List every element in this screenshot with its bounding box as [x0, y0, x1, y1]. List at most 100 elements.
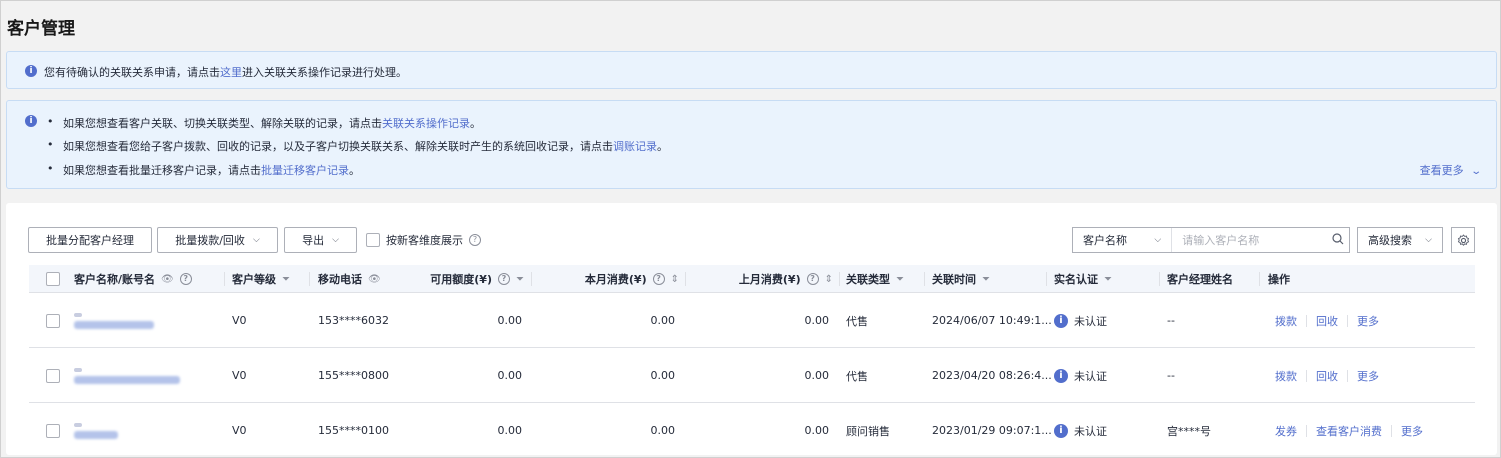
filter-icon[interactable]: ⏷ [282, 274, 290, 285]
pending-request-notice: i 您有待确认的关联关系申请，请点击这里进入关联关系操作记录进行处理。 [6, 51, 1497, 89]
notice-item: 如果您想查看客户关联、切换关联类型、解除关联的记录，请点击关联关系操作记录。 [47, 115, 481, 131]
filter-icon[interactable]: ⏷ [982, 274, 990, 285]
table-header: 客户名称/账号名 👁? 客户等级 ⏷ 移动电话 👁 可用额度(¥)? ⏷ 本月消费(¥)… [29, 265, 1475, 293]
batch-fund-reclaim-button[interactable]: 批量拨款/回收 ⌵ [157, 227, 278, 253]
batch-assign-manager-button[interactable]: 批量分配客户经理 [28, 227, 152, 253]
table-row: V0 153****6032 0.00 0.00 0.00 代售 2024/06… [29, 293, 1475, 348]
page-title: 客户管理 [7, 19, 75, 39]
relation-time: 2023/04/20 08:26:4... [932, 369, 1052, 382]
row-checkbox[interactable] [46, 313, 60, 328]
header-name: 客户名称/账号名 👁? [74, 265, 192, 293]
here-link[interactable]: 这里 [220, 66, 242, 79]
this-month-spend: 0.00 [650, 314, 676, 327]
row-checkbox[interactable] [46, 368, 60, 383]
table-row: V0 155****0800 0.00 0.00 0.00 代售 2023/04… [29, 348, 1475, 403]
notice-item: 如果您想查看您给子客户拨款、回收的记录，以及子客户切换关联关系、解除关联时产生的… [47, 138, 668, 154]
chevron-down-icon: ⌵ [1425, 235, 1432, 245]
this-month-spend: 0.00 [650, 369, 676, 382]
see-more-toggle[interactable]: 查看更多 ⌄ [1420, 162, 1482, 178]
reclaim-button[interactable]: 回收 [1316, 368, 1338, 384]
coupon-button[interactable]: 发券 [1275, 423, 1297, 439]
header-verify: 实名认证 ⏷ [1054, 273, 1112, 286]
more-button[interactable]: 更多 [1401, 423, 1423, 439]
filter-icon[interactable]: ⏷ [1104, 274, 1112, 285]
customer-name-redacted[interactable] [74, 293, 154, 348]
available-credit: 0.00 [497, 424, 523, 437]
batch-migration-records-link[interactable]: 批量迁移客户记录 [261, 164, 349, 177]
header-manager: 客户经理姓名 [1167, 273, 1233, 286]
select-all[interactable] [46, 265, 60, 293]
available-credit: 0.00 [497, 369, 523, 382]
last-month-spend: 0.00 [804, 369, 830, 382]
last-month-spend: 0.00 [804, 314, 830, 327]
eye-icon[interactable]: 👁 [368, 274, 381, 285]
info-icon: i [1054, 313, 1068, 328]
filter-icon[interactable]: ⏷ [896, 274, 904, 285]
filter-icon[interactable]: ⏷ [516, 274, 524, 285]
search-group: 客户名称 ⌵ [1072, 227, 1350, 253]
header-level: 客户等级 ⏷ [232, 273, 290, 286]
search-field-select[interactable]: 客户名称 ⌵ [1073, 228, 1173, 252]
manager-name: -- [1167, 314, 1175, 327]
last-month-spend: 0.00 [804, 424, 830, 437]
this-month-spend: 0.00 [650, 424, 676, 437]
verify-status: i 未认证 [1054, 293, 1107, 348]
header-time: 关联时间 ⏷ [932, 273, 990, 286]
row-checkbox[interactable] [46, 423, 60, 438]
help-icon[interactable]: ? [498, 273, 510, 285]
help-icon[interactable]: ? [652, 273, 665, 285]
help-icon[interactable]: ? [806, 273, 819, 285]
verify-status: i 未认证 [1054, 348, 1107, 403]
dimension-toggle[interactable]: 按新客维度展示 ? [366, 232, 481, 248]
relation-records-link[interactable]: 关联关系操作记录 [382, 117, 470, 130]
phone: 153****6032 [318, 314, 389, 327]
chevron-down-icon: ⌄ [1469, 166, 1482, 177]
eye-icon[interactable]: 👁 [161, 274, 174, 285]
advanced-search-button[interactable]: 高级搜索 ⌵ [1357, 227, 1443, 253]
dimension-label: 按新客维度展示 [386, 234, 463, 247]
search-icon[interactable] [1327, 232, 1349, 248]
row-actions: 拨款 回收 更多 [1275, 348, 1379, 403]
fund-button[interactable]: 拨款 [1275, 368, 1297, 384]
more-button[interactable]: 更多 [1357, 368, 1379, 384]
fund-button[interactable]: 拨款 [1275, 313, 1297, 329]
relation-type: 代售 [846, 369, 868, 383]
gear-icon[interactable] [1451, 227, 1475, 253]
help-icon[interactable]: ? [469, 234, 481, 246]
available-credit: 0.00 [497, 314, 523, 327]
reclaim-button[interactable]: 回收 [1316, 313, 1338, 329]
header-this-month: 本月消费(¥)? ⇕ [584, 273, 679, 286]
customer-level: V0 [232, 369, 247, 382]
search-input[interactable] [1172, 228, 1328, 252]
export-button[interactable]: 导出 ⌵ [284, 227, 357, 253]
manager-name: -- [1167, 369, 1175, 382]
sort-icon[interactable]: ⇕ [825, 274, 833, 285]
header-ops: 操作 [1268, 273, 1290, 286]
info-icon: i [1054, 368, 1068, 383]
customer-name-redacted[interactable] [74, 348, 180, 403]
row-actions: 发券 查看客户消费 更多 [1275, 403, 1423, 458]
relation-time: 2024/06/07 10:49:1... [932, 314, 1052, 327]
phone: 155****0100 [318, 424, 389, 437]
relation-time: 2023/01/29 09:07:1... [932, 424, 1052, 437]
customer-table-panel: 批量分配客户经理 批量拨款/回收⌵ 导出⌵ 按新客维度展示 ? 客户名称⌵ 高级… [6, 203, 1497, 455]
select-all-checkbox[interactable] [46, 272, 60, 286]
relation-type: 代售 [846, 314, 868, 328]
info-icon: i [25, 115, 37, 127]
notice-text: 您有待确认的关联关系申请，请点击这里进入关联关系操作记录进行处理。 [44, 66, 407, 79]
verify-status: i 未认证 [1054, 403, 1107, 458]
more-button[interactable]: 更多 [1357, 313, 1379, 329]
customer-name-redacted[interactable] [74, 403, 118, 458]
help-icon[interactable]: ? [179, 273, 192, 285]
relation-type: 顾问销售 [846, 424, 890, 438]
view-spending-button[interactable]: 查看客户消费 [1316, 423, 1382, 439]
adjustment-records-link[interactable]: 调账记录 [613, 140, 657, 153]
info-icon: i [1054, 423, 1068, 438]
customer-level: V0 [232, 314, 247, 327]
dimension-checkbox[interactable] [366, 233, 380, 247]
chevron-down-icon: ⌵ [332, 235, 339, 245]
sort-icon[interactable]: ⇕ [671, 274, 679, 285]
phone: 155****0800 [318, 369, 389, 382]
header-last-month: 上月消费(¥)? ⇕ [738, 273, 833, 286]
manager-name: 宫****号 [1167, 424, 1211, 438]
